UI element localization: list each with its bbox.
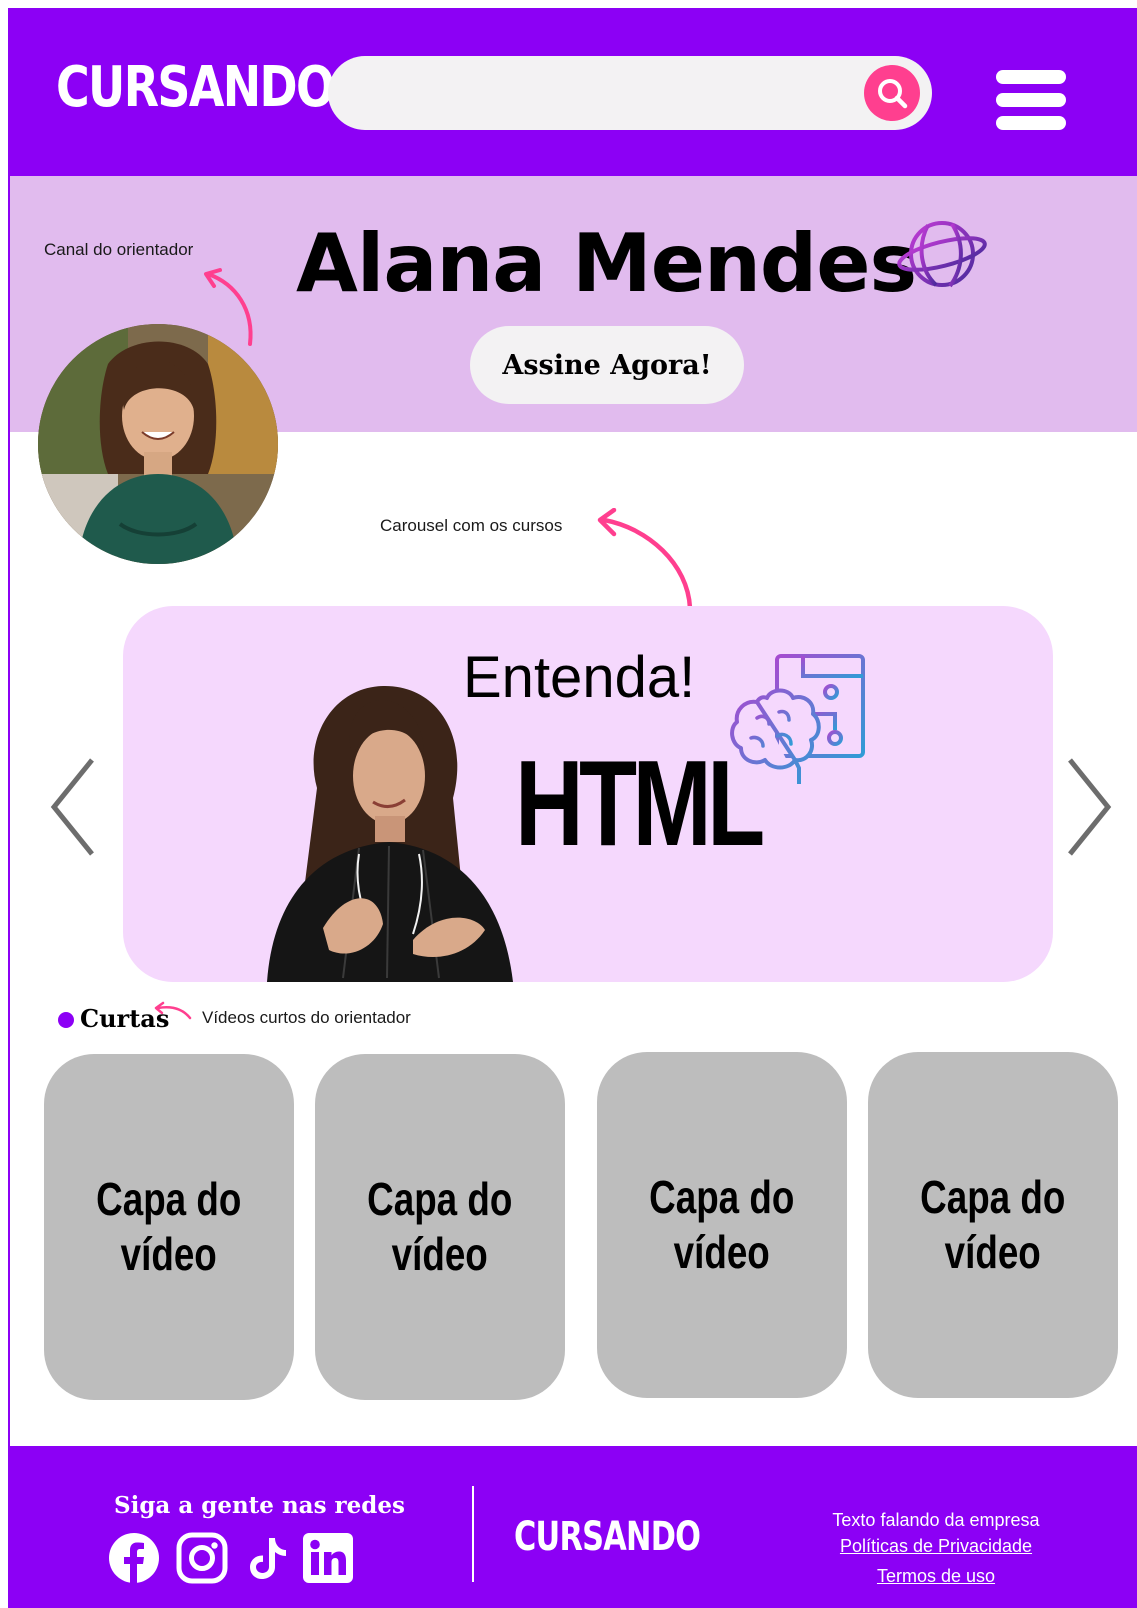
channel-annotation: Canal do orientador	[44, 240, 194, 259]
facebook-icon[interactable]	[108, 1532, 160, 1584]
search-button[interactable]	[864, 65, 920, 121]
tiktok-icon[interactable]	[242, 1532, 294, 1584]
menu-icon[interactable]	[996, 70, 1066, 130]
search-bar	[328, 56, 932, 130]
shorts-annotation: Vídeos curtos do orientador	[202, 1008, 411, 1027]
channel-name: Alana Mendes	[296, 217, 917, 310]
carousel-topic: HTML	[515, 735, 765, 871]
linkedin-icon[interactable]	[302, 1532, 354, 1584]
site-footer: Siga a gente nas redes CURSANDO Texto fa…	[10, 1446, 1137, 1608]
video-cover-line1: Capa do	[649, 1170, 795, 1223]
course-carousel-slide[interactable]: Entenda! HTML	[123, 606, 1053, 982]
search-input[interactable]	[356, 74, 836, 112]
instructor-avatar[interactable]	[38, 324, 278, 564]
video-cover-line2: vídeo	[120, 1228, 218, 1280]
video-cover-line2: vídeo	[391, 1228, 489, 1280]
annotation-arrow-icon	[154, 1001, 192, 1020]
privacy-policy-link[interactable]: Políticas de Privacidade	[818, 1536, 1054, 1557]
chevron-left-icon[interactable]	[48, 752, 108, 862]
video-cover-line1: Capa do	[96, 1172, 242, 1225]
section-bullet	[58, 1012, 74, 1028]
chevron-right-icon[interactable]	[1056, 752, 1116, 862]
short-video-card[interactable]: Capa do vídeo	[44, 1054, 294, 1400]
carousel-heading: Entenda!	[463, 645, 696, 710]
video-cover-line1: Capa do	[920, 1170, 1066, 1223]
short-video-card[interactable]: Capa do vídeo	[315, 1054, 565, 1400]
course-instructor-photo	[267, 686, 513, 982]
video-cover-line2: vídeo	[944, 1226, 1042, 1278]
page: CURSANDO Canal do orientador Alana Mende…	[8, 8, 1137, 1608]
subscribe-button[interactable]: Assine Agora!	[470, 326, 744, 404]
footer-logo[interactable]: CURSANDO	[514, 1514, 701, 1560]
video-cover-line2: vídeo	[673, 1226, 771, 1278]
company-text: Texto falando da empresa	[832, 1510, 1040, 1530]
short-video-card[interactable]: Capa do vídeo	[597, 1052, 847, 1398]
annotation-arrow-icon	[597, 508, 693, 611]
instagram-icon[interactable]	[176, 1532, 228, 1584]
carousel-annotation: Carousel com os cursos	[380, 516, 563, 535]
social-title: Siga a gente nas redes	[114, 1492, 405, 1519]
footer-divider	[472, 1486, 474, 1582]
globe-icon	[897, 221, 987, 288]
short-video-card[interactable]: Capa do vídeo	[868, 1052, 1118, 1398]
terms-of-use-link[interactable]: Termos de uso	[818, 1566, 1054, 1587]
top-header: CURSANDO	[10, 8, 1137, 176]
instructor-photo	[38, 324, 278, 564]
video-cover-line1: Capa do	[367, 1172, 513, 1225]
brand-logo[interactable]: CURSANDO	[56, 60, 335, 116]
search-icon	[878, 79, 908, 109]
brain-circuit-icon	[730, 654, 865, 784]
